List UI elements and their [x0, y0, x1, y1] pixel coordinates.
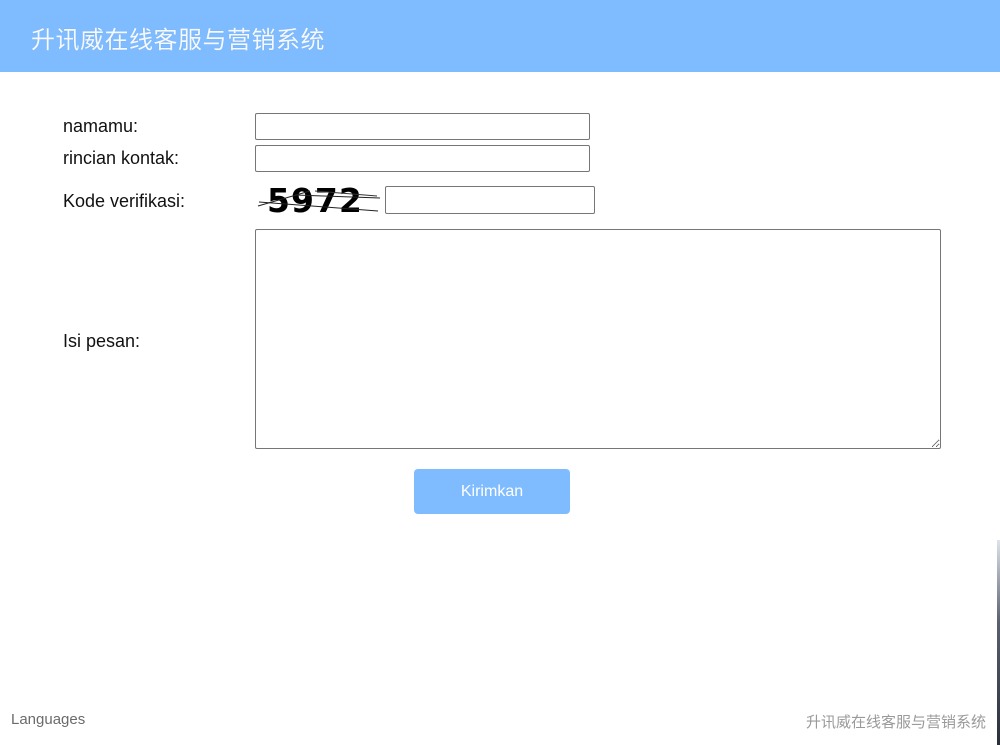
languages-link[interactable]: Languages: [11, 711, 85, 728]
captcha-noise-lines: [257, 190, 381, 212]
message-textarea[interactable]: [255, 229, 941, 449]
contact-label: rincian kontak:: [63, 148, 180, 168]
contact-input[interactable]: [255, 145, 590, 172]
page-title: 升讯威在线客服与营销系统: [31, 27, 325, 54]
name-label: namamu:: [63, 116, 139, 136]
footer-brand: 升讯威在线客服与营销系统: [805, 714, 986, 731]
submit-button[interactable]: Kirimkan: [414, 469, 570, 514]
header-bar: 升讯威在线客服与营销系统: [0, 0, 1000, 72]
captcha-image[interactable]: 5972: [255, 180, 381, 220]
captcha-input[interactable]: [385, 186, 595, 214]
captcha-label: Kode verifikasi:: [63, 191, 186, 211]
message-label: Isi pesan:: [63, 331, 141, 351]
name-input[interactable]: [255, 113, 590, 140]
